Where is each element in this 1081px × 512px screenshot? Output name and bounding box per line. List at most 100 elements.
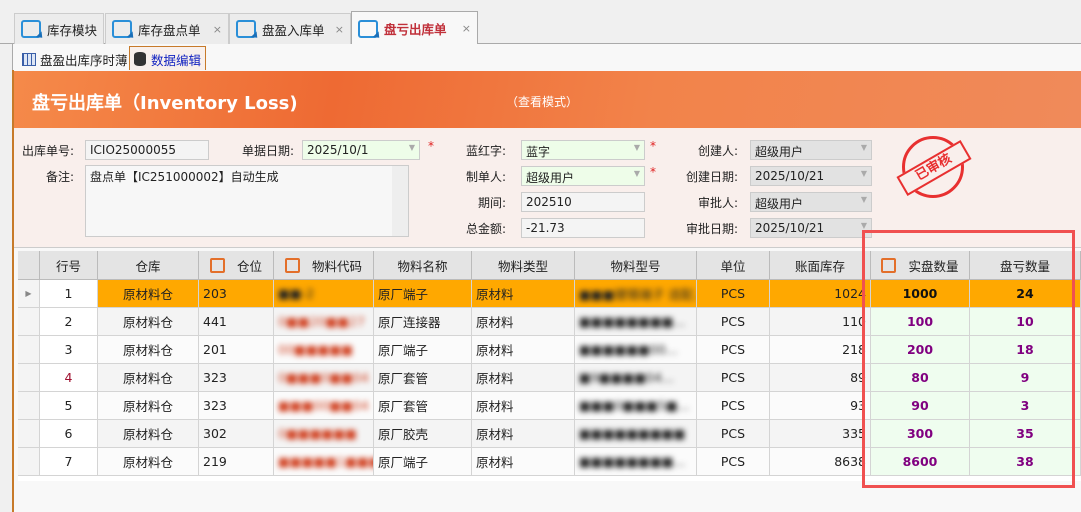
cell-warehouse[interactable]: 原材料仓 (98, 392, 199, 420)
close-icon[interactable]: × (213, 23, 222, 36)
cell-material-type[interactable]: 原材料 (472, 308, 575, 336)
cell-unit[interactable]: PCS (697, 392, 770, 420)
tab-stocktake[interactable]: 库存盘点单 × (105, 13, 229, 44)
close-icon[interactable]: × (335, 23, 344, 36)
cell-location[interactable]: 323 (199, 364, 274, 392)
row-selector[interactable] (18, 336, 40, 364)
cell-location[interactable]: 302 (199, 420, 274, 448)
cell-location[interactable]: 323 (199, 392, 274, 420)
cell-book-stock[interactable]: 110 (770, 308, 871, 336)
cell-material-type[interactable]: 原材料 (472, 420, 575, 448)
cell-material-model[interactable]: ■■■■■■■■... (575, 448, 697, 476)
tab-loss-out[interactable]: 盘亏出库单 × (351, 11, 478, 45)
cell-material-code[interactable]: ■■■■■1■■■ (274, 448, 374, 476)
row-selector[interactable]: ▶ (18, 280, 40, 308)
cell-row-no[interactable]: 5 (40, 392, 98, 420)
close-icon[interactable]: × (462, 22, 471, 35)
cell-unit[interactable]: PCS (697, 364, 770, 392)
row-selector[interactable] (18, 308, 40, 336)
cell-material-code[interactable]: 0■■■■■■ (274, 420, 374, 448)
red-blue-select[interactable]: 蓝字 ▼ (521, 140, 645, 160)
cell-material-code[interactable]: 0■■■0■■04 (274, 364, 374, 392)
cell-material-name[interactable]: 原厂端子 (374, 336, 472, 364)
cell-material-model[interactable]: ■■■0■■■5■... (575, 392, 697, 420)
maker-label: 制单人: (465, 170, 506, 184)
cell-material-type[interactable]: 原材料 (472, 364, 575, 392)
cell-material-code[interactable]: ■■-2 (274, 280, 374, 308)
column-header-location[interactable]: 仓位 (199, 251, 274, 280)
cell-book-stock[interactable]: 8638 (770, 448, 871, 476)
cell-material-name[interactable]: 原厂套管 (374, 392, 472, 420)
cell-warehouse[interactable]: 原材料仓 (98, 420, 199, 448)
cell-book-stock[interactable]: 218 (770, 336, 871, 364)
cell-unit[interactable]: PCS (697, 448, 770, 476)
cell-material-name[interactable]: 原厂端子 (374, 448, 472, 476)
cell-material-code[interactable]: 0■■20■■27 (274, 308, 374, 336)
cell-material-model[interactable]: ■■■镀锡端子 适配... (575, 280, 697, 308)
cell-unit[interactable]: PCS (697, 420, 770, 448)
cell-row-no[interactable]: 3 (40, 336, 98, 364)
cell-material-name[interactable]: 原厂套管 (374, 364, 472, 392)
cell-location[interactable]: 441 (199, 308, 274, 336)
window-icon (112, 20, 132, 38)
column-header-book-stock[interactable]: 账面库存 (770, 251, 871, 280)
row-selector[interactable] (18, 364, 40, 392)
cell-warehouse[interactable]: 原材料仓 (98, 308, 199, 336)
column-header-unit[interactable]: 单位 (697, 251, 770, 280)
scrollbar[interactable] (392, 166, 408, 236)
cell-row-no[interactable]: 1 (40, 280, 98, 308)
cell-warehouse[interactable]: 原材料仓 (98, 448, 199, 476)
cell-material-model[interactable]: ■9■■■■04... (575, 364, 697, 392)
tab-inventory-module[interactable]: 库存模块 (14, 13, 104, 44)
column-header-warehouse[interactable]: 仓库 (98, 251, 199, 280)
cell-location[interactable]: 201 (199, 336, 274, 364)
cell-material-code[interactable]: 00■■■■■ (274, 336, 374, 364)
window-icon (21, 20, 41, 38)
cell-row-no[interactable]: 4 (40, 364, 98, 392)
cell-row-no[interactable]: 6 (40, 420, 98, 448)
subtab-data-edit[interactable]: 数据编辑 (129, 46, 207, 71)
cell-material-model[interactable]: ■■■■■■■■... (575, 308, 697, 336)
cell-row-no[interactable]: 2 (40, 308, 98, 336)
cell-location[interactable]: 203 (199, 280, 274, 308)
column-header-material-code[interactable]: 物料代码 (274, 251, 374, 280)
cell-book-stock[interactable]: 1024 (770, 280, 871, 308)
column-header-material-name[interactable]: 物料名称 (374, 251, 472, 280)
maker-select[interactable]: 超级用户 ▼ (521, 166, 645, 186)
cell-unit[interactable]: PCS (697, 280, 770, 308)
subtab-ledger[interactable]: 盘盈出库序时薄 (18, 47, 132, 71)
column-header-material-type[interactable]: 物料类型 (472, 251, 575, 280)
cell-book-stock[interactable]: 335 (770, 420, 871, 448)
cell-warehouse[interactable]: 原材料仓 (98, 280, 199, 308)
cell-warehouse[interactable]: 原材料仓 (98, 364, 199, 392)
remark-textarea[interactable]: 盘点单【IC251000002】自动生成 (85, 165, 409, 237)
cell-book-stock[interactable]: 89 (770, 364, 871, 392)
cell-material-type[interactable]: 原材料 (472, 336, 575, 364)
column-header-material-model[interactable]: 物料型号 (575, 251, 697, 280)
cell-unit[interactable]: PCS (697, 308, 770, 336)
mode-label: （查看模式） (506, 95, 579, 109)
cell-material-type[interactable]: 原材料 (472, 280, 575, 308)
database-icon (134, 52, 146, 66)
cell-warehouse[interactable]: 原材料仓 (98, 336, 199, 364)
column-header-row-no[interactable]: 行号 (40, 251, 98, 280)
cell-material-model[interactable]: ■■■■■■■■■ (575, 420, 697, 448)
row-selector[interactable] (18, 448, 40, 476)
row-selector[interactable] (18, 420, 40, 448)
cell-unit[interactable]: PCS (697, 336, 770, 364)
cell-material-name[interactable]: 原厂端子 (374, 280, 472, 308)
tab-surplus-in[interactable]: 盘盈入库单 × (229, 13, 351, 44)
cell-book-stock[interactable]: 93 (770, 392, 871, 420)
tab-bar: 库存模块 库存盘点单 × 盘盈入库单 × 盘亏出库单 × (0, 0, 1081, 45)
doc-date-field[interactable]: 2025/10/1 ▼ (302, 140, 420, 160)
cell-material-type[interactable]: 原材料 (472, 392, 575, 420)
cell-material-code[interactable]: ■■■00■■04 (274, 392, 374, 420)
required-mark: * (428, 139, 434, 153)
row-selector[interactable] (18, 392, 40, 420)
cell-location[interactable]: 219 (199, 448, 274, 476)
cell-material-model[interactable]: ■■■■■■00... (575, 336, 697, 364)
cell-material-type[interactable]: 原材料 (472, 448, 575, 476)
cell-material-name[interactable]: 原厂胶壳 (374, 420, 472, 448)
cell-material-name[interactable]: 原厂连接器 (374, 308, 472, 336)
cell-row-no[interactable]: 7 (40, 448, 98, 476)
